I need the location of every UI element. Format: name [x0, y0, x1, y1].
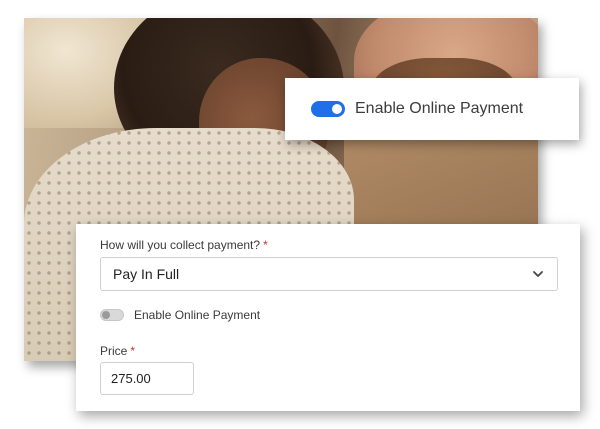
- price-label: Price *: [100, 344, 136, 358]
- online-payment-row: Enable Online Payment: [100, 308, 260, 322]
- online-payment-label: Enable Online Payment: [134, 308, 261, 322]
- collect-payment-label: How will you collect payment? *: [100, 238, 268, 252]
- price-value: 275.00: [111, 371, 151, 386]
- online-payment-toggle-enlarged[interactable]: [311, 101, 345, 117]
- online-payment-callout: Enable Online Payment: [285, 78, 579, 140]
- required-mark: *: [263, 238, 268, 252]
- required-mark: *: [130, 344, 136, 358]
- collect-payment-select[interactable]: Pay In Full: [100, 257, 558, 291]
- price-input[interactable]: 275.00: [100, 362, 194, 395]
- online-payment-toggle[interactable]: [100, 309, 124, 321]
- callout-label: Enable Online Payment: [355, 100, 524, 117]
- collect-payment-value: Pay In Full: [113, 266, 180, 282]
- payment-form-card: How will you collect payment? * Pay In Fu…: [76, 224, 580, 411]
- toggle-knob: [102, 311, 110, 319]
- chevron-down-icon: [533, 271, 543, 277]
- toggle-knob: [332, 104, 342, 114]
